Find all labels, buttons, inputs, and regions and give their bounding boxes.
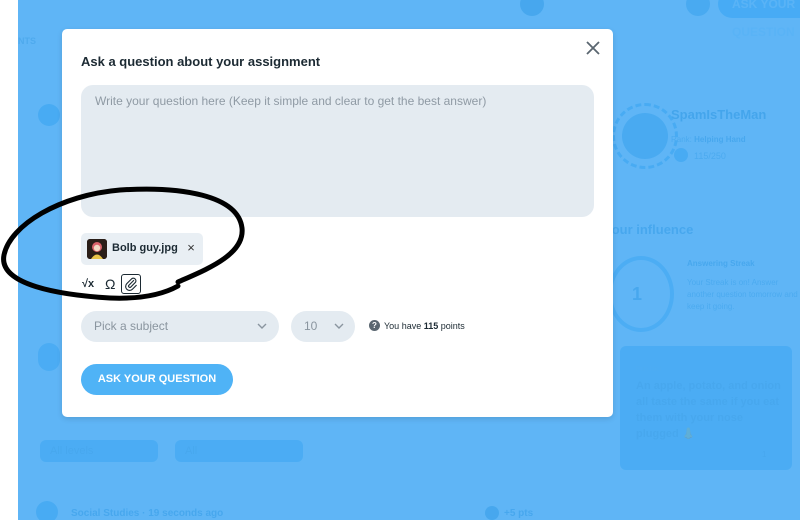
attachment-thumbnail [87, 239, 107, 259]
close-button[interactable] [583, 38, 603, 58]
symbols-tool-button[interactable]: Ω [105, 274, 115, 294]
screen: ASK YOUR QUESTION NTS SpamIsTheMan Rank:… [0, 0, 800, 520]
help-icon[interactable]: ? [369, 320, 380, 331]
question-input[interactable] [81, 85, 594, 217]
attachment-file-name: Bolb guy.jpg [112, 242, 178, 254]
attach-file-button[interactable] [121, 274, 141, 294]
equation-tool-button[interactable]: √x [82, 274, 94, 294]
chevron-down-icon [257, 323, 267, 329]
ask-question-modal: Ask a question about your assignment Bol… [62, 29, 613, 417]
modal-title: Ask a question about your assignment [81, 54, 321, 69]
chevron-down-icon [334, 323, 344, 329]
points-select[interactable]: 10 [291, 311, 355, 342]
subject-select[interactable]: Pick a subject [81, 311, 279, 342]
points-balance: You have 115 points [384, 321, 465, 331]
ask-question-button[interactable]: ASK YOUR QUESTION [81, 364, 233, 395]
paperclip-icon [125, 277, 137, 291]
attachment-chip: Bolb guy.jpg × [81, 233, 203, 265]
close-icon [586, 41, 600, 55]
remove-attachment-button[interactable]: × [184, 239, 198, 257]
